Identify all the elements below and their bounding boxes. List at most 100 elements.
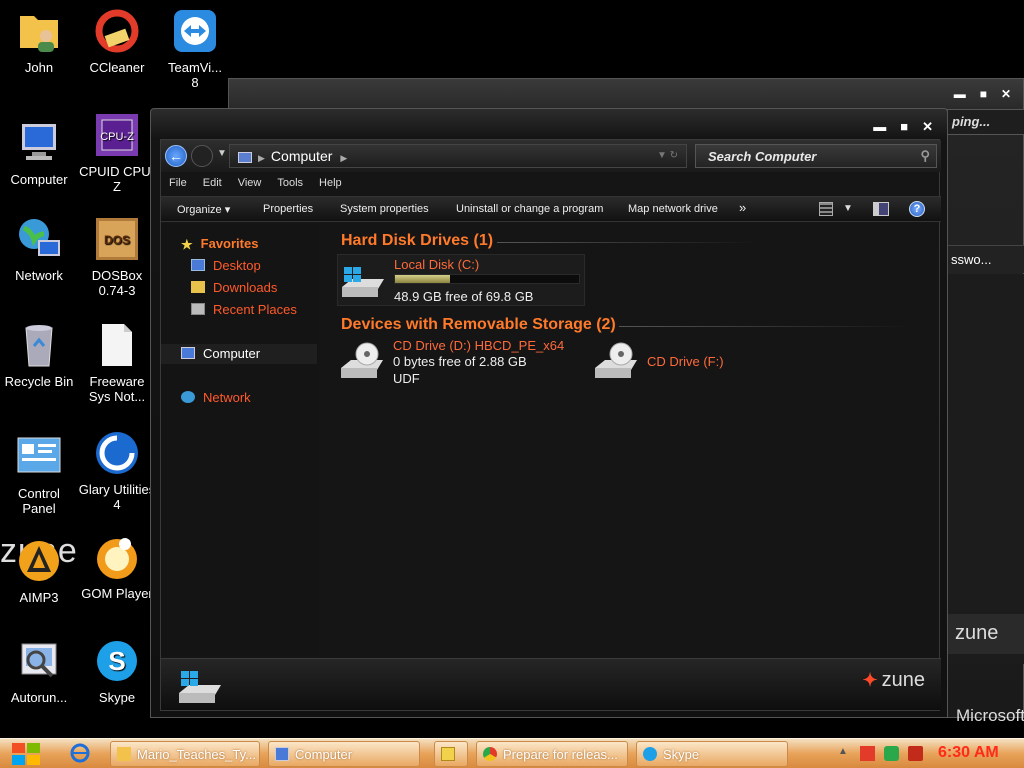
computer-icon <box>238 151 252 163</box>
action-center-flag-icon[interactable] <box>860 746 875 761</box>
menu-help[interactable]: Help <box>311 174 350 194</box>
taskbar: Mario_Teaches_Ty... Computer Prepare for… <box>0 738 1024 768</box>
desktop-icon-label: Recycle Bin <box>4 374 74 389</box>
nav-recent-places[interactable]: Recent Places <box>191 302 297 317</box>
map-network-drive-button[interactable]: Map network drive <box>628 203 718 215</box>
menu-file[interactable]: File <box>161 174 195 194</box>
organize-button[interactable]: Organize ▾ <box>177 203 230 216</box>
menu-view[interactable]: View <box>230 174 270 194</box>
taskbar-item-label: Mario_Teaches_Ty... <box>137 747 256 762</box>
desktop-icon-teamviewer[interactable]: TeamVi... 8 <box>156 6 234 90</box>
maximize-button[interactable]: ■ <box>900 119 908 135</box>
drive-cd-d[interactable]: CD Drive (D:) HBCD_PE_x64 0 bytes free o… <box>337 336 585 396</box>
cpuz-icon: CPU-Z <box>96 114 138 156</box>
desktop-icon-computer[interactable]: Computer <box>0 118 78 187</box>
nav-network[interactable]: Network <box>181 390 251 405</box>
desktop-icon-recycle-bin[interactable]: Recycle Bin <box>0 320 78 389</box>
system-properties-button[interactable]: System properties <box>340 203 429 215</box>
desktop-icon-freeware-sys-notes[interactable]: Freeware Sys Not... <box>78 320 156 404</box>
internet-explorer-icon[interactable] <box>70 743 90 763</box>
desktop-icon-glary-utilities[interactable]: Glary Utilities 4 <box>78 428 156 512</box>
desktop-icon-cpuz[interactable]: CPU-Z CPUID CPU-Z <box>78 110 156 194</box>
desktop-icon-skype[interactable]: S Skype <box>78 636 156 705</box>
desktop-icon-john[interactable]: John <box>0 6 78 75</box>
group-header-hard-disk-drives[interactable]: Hard Disk Drives (1) <box>341 232 493 250</box>
search-placeholder: Search Computer <box>708 149 817 164</box>
background-search-fragment[interactable]: ping... <box>947 109 1024 135</box>
drive-local-disk-c[interactable]: Local Disk (C:) 48.9 GB free of 69.8 GB <box>337 254 585 306</box>
window-controls: ▬ ■ ✕ <box>873 119 933 135</box>
close-button[interactable]: ✕ <box>922 119 933 135</box>
view-dropdown-icon[interactable]: ▼ <box>843 203 853 214</box>
preview-pane-icon[interactable] <box>873 202 889 216</box>
network-icon <box>181 391 195 403</box>
svg-text:CPU-Z: CPU-Z <box>100 131 134 143</box>
nav-label: Favorites <box>200 236 259 251</box>
nav-favorites[interactable]: ★ Favorites <box>181 236 259 252</box>
desktop-icon-ccleaner[interactable]: CCleaner <box>78 6 156 75</box>
desktop-icon-label: GOM Player <box>81 586 153 601</box>
drive-cd-f[interactable]: CD Drive (F:) <box>591 336 791 396</box>
desktop-icon-autorun[interactable]: Autorun... <box>0 636 78 705</box>
show-hidden-icons-button[interactable]: ▲ <box>838 746 848 757</box>
desktop-icon-control-panel[interactable]: Control Panel <box>0 432 78 516</box>
autorun-icon <box>21 643 57 678</box>
zune-brand-text: zune <box>881 669 925 691</box>
taskbar-item-skype[interactable]: Skype <box>636 741 788 767</box>
recycle-bin-icon <box>25 325 53 367</box>
breadcrumb-arrow-icon: ▶ <box>258 153 265 163</box>
recent-pages-dropdown[interactable]: ▼ <box>217 148 227 159</box>
nav-label: Network <box>203 390 251 405</box>
desktop-icon-dosbox[interactable]: DOS DOSBox 0.74-3 <box>78 214 156 298</box>
navigation-pane: ★ Favorites Desktop Downloads Recent Plac… <box>161 224 319 656</box>
group-header-removable-storage[interactable]: Devices with Removable Storage (2) <box>341 316 616 334</box>
properties-button[interactable]: Properties <box>263 203 313 215</box>
desktop-icon-aimp3[interactable]: AIMP3 <box>0 536 78 605</box>
taskbar-item-media[interactable] <box>434 741 468 767</box>
nav-downloads[interactable]: Downloads <box>191 280 277 295</box>
taskbar-item-browser[interactable]: Prepare for releas... <box>476 741 628 767</box>
desktop-icon-network[interactable]: Network <box>0 214 78 283</box>
desktop-icon-label: Glary Utilities 4 <box>78 482 156 512</box>
search-icon[interactable]: ⚲ <box>920 148 930 164</box>
desktop-icon-label: John <box>24 60 54 75</box>
minimize-button[interactable]: ▬ <box>954 87 966 101</box>
address-dropdown-icon[interactable]: ▼ ↻ <box>657 150 678 161</box>
group-divider <box>619 326 909 327</box>
breadcrumb-computer[interactable]: Computer <box>271 148 332 164</box>
clock[interactable]: 6:30 AM <box>938 744 999 762</box>
explorer-window[interactable]: ▬ ■ ✕ ← ▼ ▶ Computer ▶ ▼ ↻ Search Computer… <box>150 108 948 718</box>
drive-name: Local Disk (C:) <box>394 257 480 272</box>
minimize-button[interactable]: ▬ <box>873 119 886 135</box>
computer-icon <box>181 347 195 359</box>
network-tray-icon[interactable] <box>884 746 899 761</box>
close-button[interactable]: ✕ <box>1001 87 1011 101</box>
back-button[interactable]: ← <box>165 145 187 167</box>
nav-desktop[interactable]: Desktop <box>191 258 261 273</box>
volume-icon[interactable] <box>908 746 923 761</box>
maximize-button[interactable]: ■ <box>980 87 987 101</box>
nav-computer[interactable]: Computer <box>161 344 317 364</box>
arrow-left-icon: ← <box>169 148 183 164</box>
forward-button[interactable] <box>191 145 213 167</box>
change-view-icon[interactable] <box>819 202 833 216</box>
search-input[interactable]: Search Computer ⚲ <box>695 144 937 168</box>
menu-edit[interactable]: Edit <box>195 174 230 194</box>
taskbar-item-folder[interactable]: Mario_Teaches_Ty... <box>110 741 260 767</box>
desktop-icon-gom-player[interactable]: GOM Player <box>78 532 156 601</box>
cd-drive-icon <box>595 342 637 378</box>
help-icon[interactable]: ? <box>909 201 925 217</box>
more-commands-button[interactable]: » <box>739 200 746 215</box>
menu-tools[interactable]: Tools <box>269 174 311 194</box>
dosbox-icon: DOS <box>96 218 138 260</box>
uninstall-program-button[interactable]: Uninstall or change a program <box>456 203 603 215</box>
start-button-windows-icon[interactable] <box>8 740 44 768</box>
teamviewer-icon <box>174 10 216 52</box>
taskbar-item-computer[interactable]: Computer <box>268 741 420 767</box>
breadcrumb-arrow-icon: ▶ <box>340 153 348 163</box>
background-window-controls: ▬ ■ ✕ <box>954 87 1011 101</box>
chrome-icon <box>483 747 497 761</box>
taskbar-item-label: Skype <box>663 747 700 762</box>
address-bar[interactable]: ▶ Computer ▶ ▼ ↻ <box>229 144 687 168</box>
background-panel <box>947 274 1024 664</box>
